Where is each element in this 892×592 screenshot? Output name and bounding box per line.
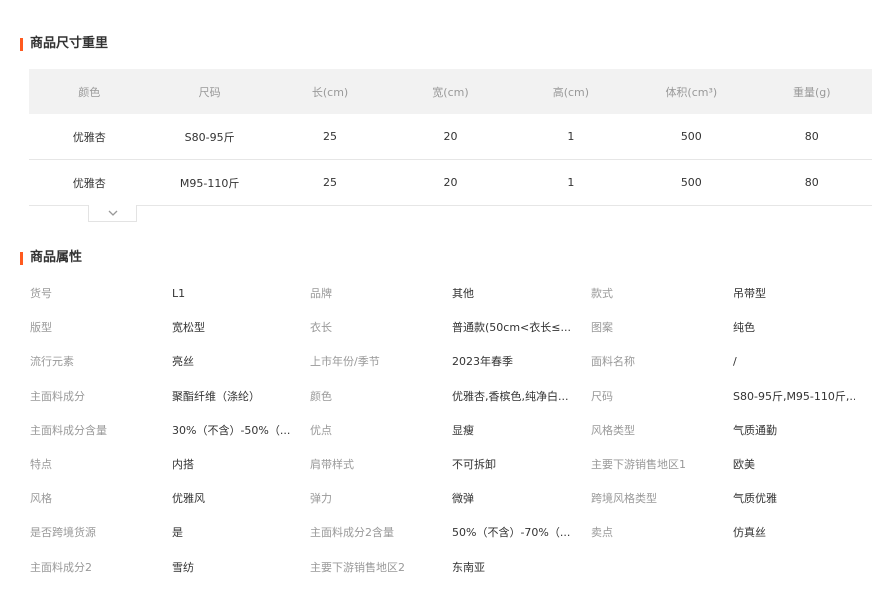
cell-weight: 80 — [751, 159, 872, 206]
attribute-grid: 货号 L1 品牌 其他 款式 吊带型 版型 宽松型 衣长 普通款(50cm<衣长… — [30, 280, 892, 588]
table-row: 优雅杏 S80-95斤 25 20 1 500 80 — [29, 114, 872, 160]
attr-value: 纯色 — [733, 321, 755, 335]
size-section-title: 商品尺寸重里 — [20, 36, 108, 52]
header-color: 颜色 — [29, 69, 150, 114]
cell-weight: 80 — [751, 114, 872, 160]
header-width: 宽(cm) — [390, 69, 511, 114]
table-row: 优雅杏 M95-110斤 25 20 1 500 80 — [29, 159, 872, 206]
attr-key: 图案 — [591, 321, 613, 335]
attr-key: 优点 — [310, 423, 332, 437]
cell-color: 优雅杏 — [29, 114, 150, 160]
attr-key: 特点 — [30, 457, 52, 471]
cell-size: M95-110斤 — [149, 159, 270, 206]
chevron-down-icon — [108, 210, 118, 216]
attr-key: 颜色 — [310, 389, 332, 403]
attr-key: 款式 — [591, 287, 613, 300]
cell-volume: 500 — [631, 114, 752, 160]
attr-section-title: 商品属性 — [20, 250, 82, 266]
header-weight: 重量(g) — [751, 69, 872, 114]
expand-table-button[interactable] — [88, 205, 137, 222]
attr-key: 卖点 — [591, 526, 613, 540]
cell-color: 优雅杏 — [29, 159, 150, 206]
attr-key: 主面料成分 — [30, 389, 85, 403]
attr-value: 宽松型 — [172, 321, 205, 335]
attr-key: 风格类型 — [591, 423, 635, 437]
cell-height: 1 — [510, 159, 632, 206]
attr-row: 版型 宽松型 衣长 普通款(50cm<衣长≤... 图案 纯色 — [30, 314, 892, 348]
cell-width: 20 — [390, 114, 511, 160]
attr-row: 是否跨境货源 是 主面料成分2含量 50%（不含）-70%（... 卖点 仿真丝 — [30, 519, 892, 553]
attr-value: 欧美 — [733, 457, 755, 471]
attr-value: 优雅风 — [172, 492, 205, 506]
attr-value: 是 — [172, 526, 183, 540]
attr-value: S80-95斤,M95-110斤,... — [733, 389, 855, 403]
attr-value: 显瘦 — [452, 423, 474, 437]
attr-value: 亮丝 — [172, 355, 194, 369]
cell-volume: 500 — [631, 159, 752, 206]
attr-key: 上市年份/季节 — [310, 355, 380, 369]
attr-value: 不可拆卸 — [452, 457, 496, 471]
attr-value: 聚酯纤维（涤纶） — [172, 389, 260, 403]
attr-row: 主面料成分含量 30%（不含）-50%（... 优点 显瘦 风格类型 气质通勤 — [30, 417, 892, 451]
size-table-header: 颜色 尺码 长(cm) 宽(cm) 高(cm) 体积(cm³) 重量(g) — [29, 69, 872, 114]
attr-key: 主要下游销售地区1 — [591, 457, 686, 471]
attr-key: 跨境风格类型 — [591, 492, 657, 506]
attr-key: 主面料成分2含量 — [310, 526, 394, 540]
attr-value: 50%（不含）-70%（... — [452, 526, 571, 540]
attr-value: 30%（不含）-50%（... — [172, 423, 291, 437]
attr-key: 衣长 — [310, 321, 332, 335]
attr-key: 主面料成分2 — [30, 560, 92, 574]
attr-value: 其他 — [452, 287, 474, 300]
attr-key: 风格 — [30, 492, 52, 506]
header-length: 长(cm) — [269, 69, 391, 114]
cell-size: S80-95斤 — [149, 114, 270, 160]
cell-length: 25 — [269, 114, 391, 160]
cell-width: 20 — [390, 159, 511, 206]
attr-value: 仿真丝 — [733, 526, 766, 540]
cell-length: 25 — [269, 159, 391, 206]
attr-value: 内搭 — [172, 457, 194, 471]
attr-value: 吊带型 — [733, 287, 766, 300]
attr-row: 主面料成分2 雪纺 主要下游销售地区2 东南亚 — [30, 554, 892, 588]
attr-value: 微弹 — [452, 492, 474, 506]
attr-value: 优雅杏,香槟色,纯净白... — [452, 389, 569, 403]
attr-value: L1 — [172, 287, 186, 300]
attr-value: 雪纺 — [172, 560, 194, 574]
attr-row: 风格 优雅风 弹力 微弹 跨境风格类型 气质优雅 — [30, 485, 892, 519]
header-height: 高(cm) — [510, 69, 632, 114]
attr-key: 肩带样式 — [310, 457, 354, 471]
attr-key: 面料名称 — [591, 355, 635, 369]
attr-key: 主要下游销售地区2 — [310, 560, 405, 574]
attr-value: 2023年春季 — [452, 355, 513, 369]
attr-row: 特点 内搭 肩带样式 不可拆卸 主要下游销售地区1 欧美 — [30, 451, 892, 485]
attr-value: 气质通勤 — [733, 423, 777, 437]
attr-key: 品牌 — [310, 287, 332, 300]
attr-key: 尺码 — [591, 389, 613, 403]
attr-row: 主面料成分 聚酯纤维（涤纶） 颜色 优雅杏,香槟色,纯净白... 尺码 S80-… — [30, 383, 892, 417]
attr-key: 是否跨境货源 — [30, 526, 96, 540]
attr-key: 弹力 — [310, 492, 332, 506]
cell-height: 1 — [510, 114, 632, 160]
header-volume: 体积(cm³) — [631, 69, 752, 114]
attr-value: 普通款(50cm<衣长≤... — [452, 321, 571, 335]
size-table: 颜色 尺码 长(cm) 宽(cm) 高(cm) 体积(cm³) 重量(g) 优雅… — [29, 69, 872, 206]
attr-value: 东南亚 — [452, 560, 485, 574]
attr-value: / — [733, 355, 737, 369]
attr-key: 货号 — [30, 287, 52, 300]
attr-value: 气质优雅 — [733, 492, 777, 506]
header-size: 尺码 — [149, 69, 270, 114]
attr-key: 主面料成分含量 — [30, 423, 107, 437]
attr-row: 货号 L1 品牌 其他 款式 吊带型 — [30, 280, 892, 314]
attr-key: 流行元素 — [30, 355, 74, 369]
attr-row: 流行元素 亮丝 上市年份/季节 2023年春季 面料名称 / — [30, 348, 892, 382]
attr-key: 版型 — [30, 321, 52, 335]
